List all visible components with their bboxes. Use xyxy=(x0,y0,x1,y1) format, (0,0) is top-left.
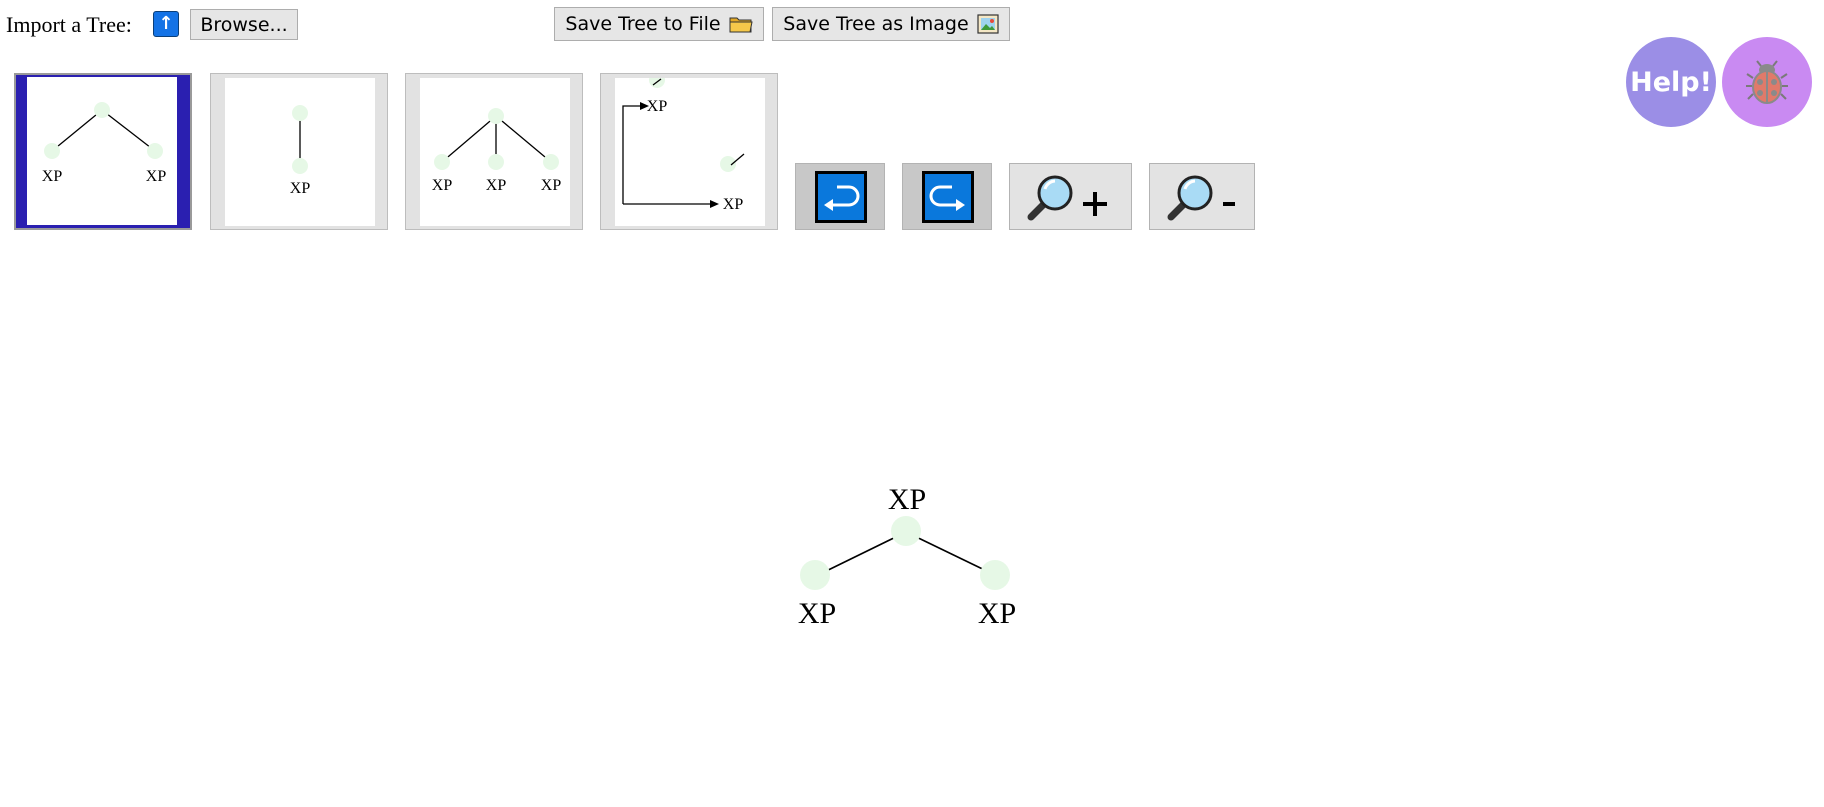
template-movement[interactable]: XP XP xyxy=(600,73,778,230)
browse-button-label: Browse... xyxy=(200,13,288,36)
tree-canvas[interactable]: XP XP XP xyxy=(0,240,1824,800)
right-label[interactable]: XP xyxy=(978,597,1016,630)
template-label: XP xyxy=(290,180,311,197)
zoom-in-icon xyxy=(1027,175,1107,221)
template-label: XP xyxy=(42,168,63,185)
template-binary-preview: XP XP xyxy=(27,77,177,225)
right-node[interactable] xyxy=(980,560,1010,590)
template-label: XP xyxy=(723,196,744,213)
zoom-out-button[interactable] xyxy=(1149,163,1255,230)
root-label[interactable]: XP xyxy=(888,483,926,516)
zoom-in-button[interactable] xyxy=(1009,163,1132,230)
template-label: XP xyxy=(486,177,507,194)
save-image-label: Save Tree as Image xyxy=(783,13,969,35)
folder-icon xyxy=(729,17,753,33)
template-unary[interactable]: XP xyxy=(210,73,388,230)
template-label: XP xyxy=(541,177,562,194)
template-ternary-preview: XP XP XP xyxy=(420,78,570,226)
help-label: Help! xyxy=(1630,66,1712,98)
save-tree-image-button[interactable]: Save Tree as Image xyxy=(772,7,1010,41)
left-label[interactable]: XP xyxy=(798,597,836,630)
template-ternary[interactable]: XP XP XP xyxy=(405,73,583,230)
redo-icon xyxy=(922,171,974,223)
import-label: Import a Tree: xyxy=(6,12,132,37)
bug-icon xyxy=(1746,60,1788,104)
upload-arrow-icon[interactable]: ↑ xyxy=(153,11,179,37)
template-binary[interactable]: XP XP xyxy=(14,73,192,230)
browse-button[interactable]: Browse... xyxy=(190,9,298,40)
redo-button[interactable] xyxy=(902,163,992,230)
zoom-out-icon xyxy=(1167,175,1235,221)
save-file-label: Save Tree to File xyxy=(565,13,721,35)
template-movement-preview: XP XP xyxy=(615,78,765,226)
undo-button[interactable] xyxy=(795,163,885,230)
tree-edge xyxy=(815,531,907,577)
template-unary-preview: XP xyxy=(225,78,375,226)
picture-icon xyxy=(977,14,999,34)
root-node[interactable] xyxy=(891,516,921,546)
left-node[interactable] xyxy=(800,560,830,590)
template-label: XP xyxy=(647,98,668,115)
undo-icon xyxy=(815,171,867,223)
help-button[interactable]: Help! xyxy=(1626,37,1716,127)
save-tree-file-button[interactable]: Save Tree to File xyxy=(554,7,764,41)
template-label: XP xyxy=(432,177,453,194)
template-label: XP xyxy=(146,168,167,185)
bug-report-button[interactable] xyxy=(1722,37,1812,127)
